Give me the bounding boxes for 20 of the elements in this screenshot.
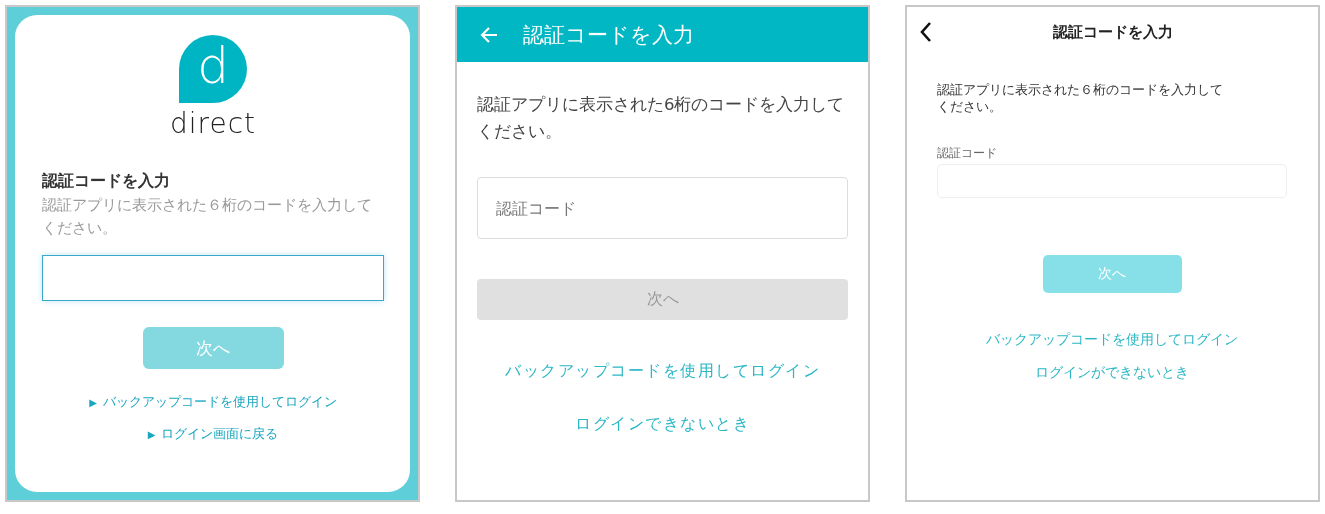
arrow-marker: ▶	[147, 428, 156, 440]
screen-title: 認証コードを入力	[1052, 22, 1173, 41]
logo-wordmark: direct	[169, 109, 257, 139]
screen-title: 認証コードを入力	[523, 21, 694, 49]
text-link[interactable]: バックアップコードを使用してログイン	[102, 393, 337, 411]
field-label: 認証コード	[937, 145, 997, 162]
text-link[interactable]: ログインができないとき	[1035, 364, 1189, 382]
instruction-text: 認証アプリに表示された６桁のコードを入力してください。	[937, 81, 1224, 115]
back-chevron-icon[interactable]	[919, 21, 933, 43]
code-field[interactable]	[42, 255, 384, 301]
logo-icon: d	[179, 35, 247, 103]
page-title: 認証コードを入力	[42, 171, 171, 192]
text-link[interactable]: ログイン画面に戻る	[161, 425, 279, 443]
text-link[interactable]: バックアップコードを使用してログイン	[505, 361, 820, 382]
text-link[interactable]: バックアップコードを使用してログイン	[986, 331, 1238, 349]
instruction-text: 認証アプリに表示された6桁のコードを入力してください。	[477, 94, 846, 143]
back-arrow-icon[interactable]	[479, 24, 499, 45]
arrow-marker: ▶	[89, 396, 97, 408]
text-link[interactable]: ログインできないとき	[575, 414, 750, 435]
instruction-text: 認証アプリに表示された６桁のコードを入力してください。	[42, 195, 373, 239]
